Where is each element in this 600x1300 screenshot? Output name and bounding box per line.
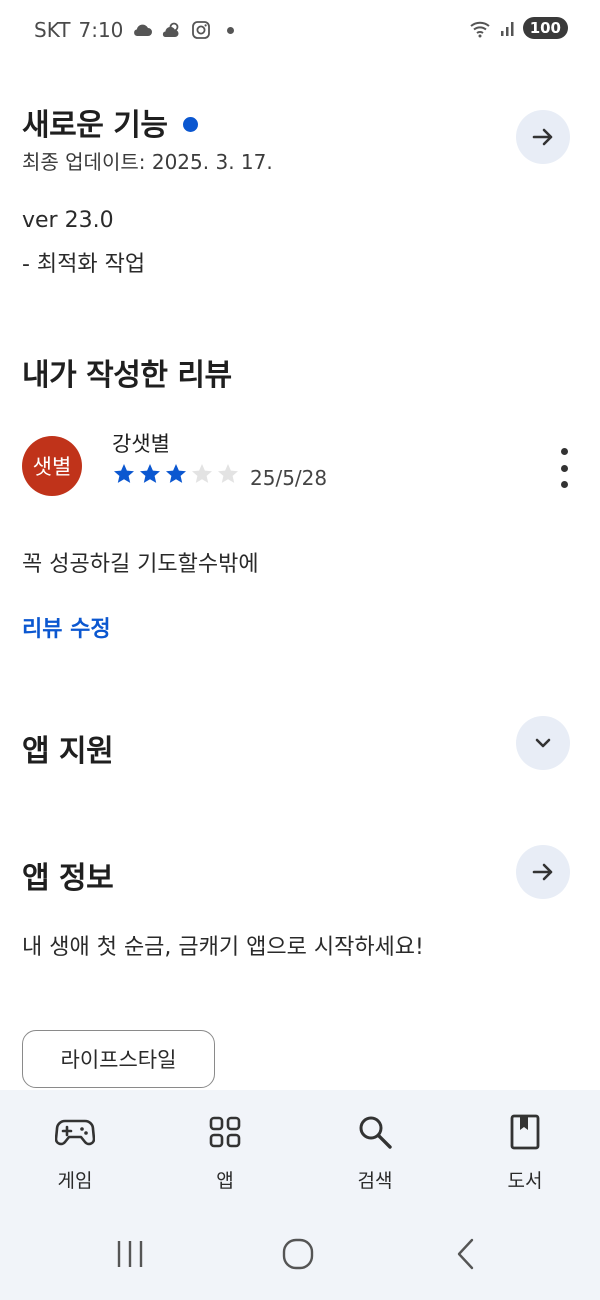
nav-label-books: 도서 [507,1170,543,1192]
arrow-right-icon [532,128,553,146]
chevron-down-icon [535,738,551,748]
star-empty-icon [218,464,238,483]
status-bar: SKT 7:10 100 [0,0,600,60]
version-text: ver 23.0 [22,208,114,233]
app-info-title: 앱 정보 [22,861,114,896]
nav-label-search: 검색 [357,1170,393,1192]
nav-item-apps[interactable]: 앱 [150,1090,300,1208]
nav-label-apps: 앱 [216,1170,234,1192]
star-empty-icon [192,464,212,483]
clock: 7:10 [78,18,124,42]
status-bar-right: 100 [469,17,568,39]
last-updated-text: 최종 업데이트: 2025. 3. 17. [22,150,273,174]
cloud-icon [134,24,153,36]
recent-apps-icon [117,1241,143,1267]
new-indicator-dot [183,117,199,132]
notification-dot [227,26,235,34]
back-button[interactable] [454,1234,478,1274]
nav-item-games[interactable]: 게임 [0,1090,150,1208]
whats-new-arrow-button[interactable] [516,110,570,164]
nav-item-books[interactable]: 도서 [450,1090,600,1208]
star-filled-icon [114,464,134,483]
search-icon [355,1112,395,1152]
arrow-right-icon [532,863,553,881]
reviewer-name: 강샛별 [112,432,170,456]
home-button[interactable] [282,1234,314,1274]
avatar: 샛별 [22,436,82,496]
more-dot-icon [560,448,568,455]
gamepad-icon [55,1112,95,1152]
signal-icon [500,22,514,36]
star-rating [112,462,240,486]
review-date: 25/5/28 [250,466,328,490]
partly-cloudy-icon [163,22,179,37]
nav-item-search[interactable]: 검색 [300,1090,450,1208]
apps-grid-icon [205,1112,245,1152]
category-chip[interactable]: 라이프스타일 [22,1030,215,1088]
app-info-arrow-button[interactable] [516,845,570,899]
bottom-navigation: 게임 앱 검색 도서 [0,1090,600,1208]
nav-label-games: 게임 [57,1170,93,1192]
battery-indicator: 100 [522,17,568,39]
app-support-title: 앱 지원 [22,734,114,769]
update-note-text: - 최적화 작업 [22,252,146,277]
edit-review-link[interactable]: 리뷰 수정 [22,611,111,643]
app-support-expand-button[interactable] [516,716,570,770]
wifi-icon [470,21,490,38]
star-filled-icon [140,464,160,483]
app-description: 내 생애 첫 순금, 금캐기 앱으로 시작하세요! [22,935,424,960]
instagram-icon [192,21,211,39]
whats-new-heading: 새로운 기능 [22,100,199,144]
review-text: 꼭 성공하길 기도할수밖에 [22,552,259,577]
carrier-label: SKT [34,18,71,42]
home-icon [282,1238,314,1270]
status-bar-left: SKT 7:10 [34,18,235,42]
more-options-button[interactable] [556,448,572,488]
my-review-title: 내가 작성한 리뷰 [22,358,232,393]
star-filled-icon [166,464,186,483]
more-dot-icon [560,464,568,472]
system-navigation-bar [0,1208,600,1300]
book-icon [505,1112,545,1152]
more-dot-icon [560,481,568,488]
recent-apps-button[interactable] [114,1234,146,1274]
whats-new-title: 새로운 기능 [22,108,168,143]
back-icon [457,1238,474,1270]
